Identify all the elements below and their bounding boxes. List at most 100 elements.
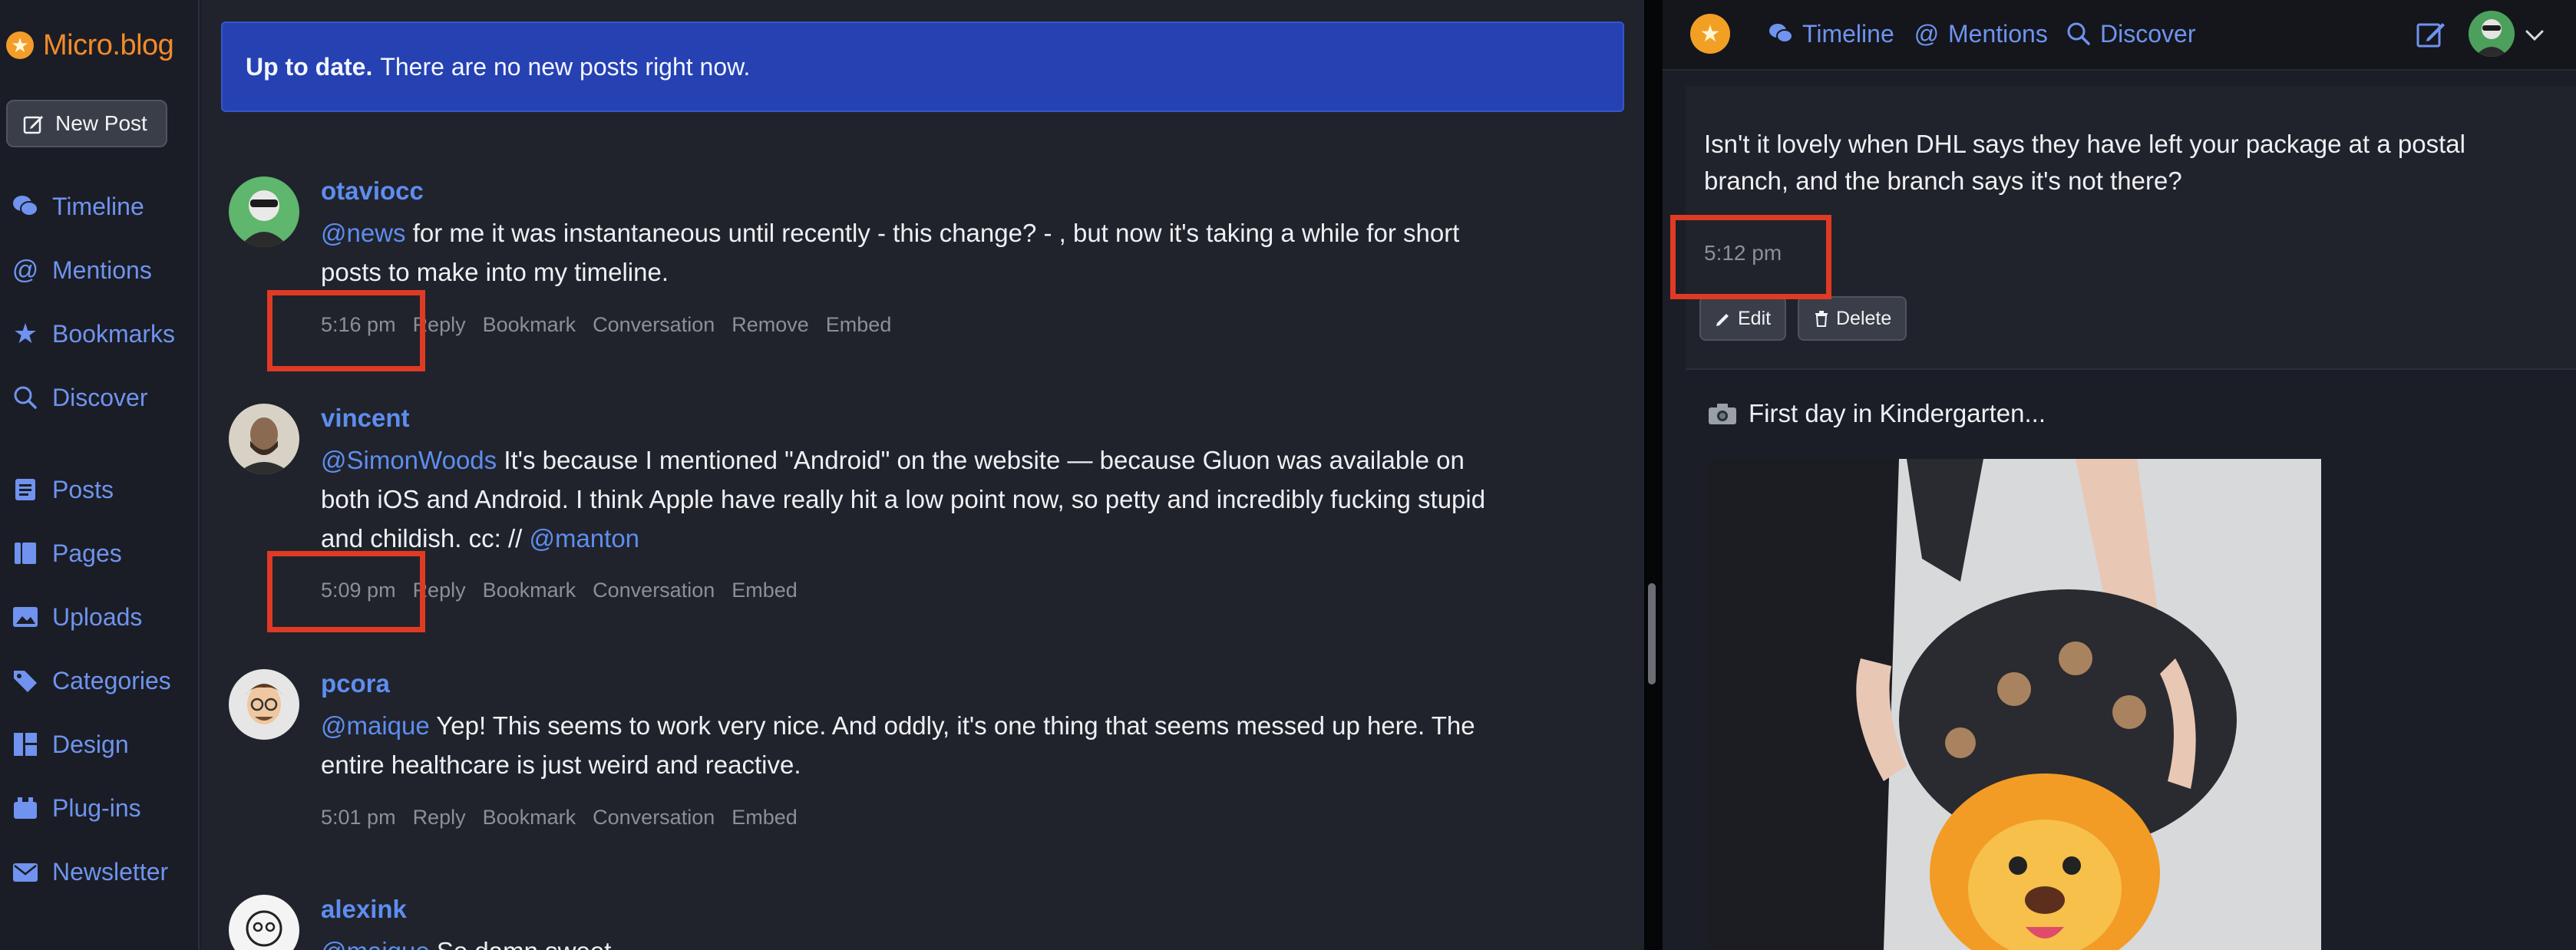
top-nav-discover[interactable]: Discover: [2065, 17, 2195, 51]
at-icon: @: [1914, 19, 1940, 48]
sidebar-item-label: Newsletter: [52, 857, 169, 886]
compose-icon[interactable]: [2415, 17, 2449, 51]
sidebar-item-posts[interactable]: Posts: [11, 470, 114, 509]
post-username[interactable]: alexink: [321, 895, 407, 924]
new-post-button[interactable]: New Post: [6, 100, 167, 147]
sidebar-item-label: Mentions: [52, 256, 152, 284]
timeline-post: alexink @maique So damn sweet: [229, 895, 1610, 950]
bookmark-link[interactable]: Bookmark: [483, 579, 576, 602]
edit-button[interactable]: Edit: [1699, 296, 1787, 341]
delete-button[interactable]: Delete: [1798, 296, 1907, 341]
sidebar-item-bookmarks[interactable]: ★ Bookmarks: [11, 315, 175, 353]
mention-link[interactable]: @SimonWoods: [321, 446, 497, 474]
sidebar-item-mentions[interactable]: @ Mentions: [11, 251, 152, 289]
sidebar-item-label: Pages: [52, 539, 122, 567]
reply-link[interactable]: Reply: [413, 313, 466, 337]
chat-bubbles-icon: [1769, 24, 1793, 43]
timeline-post: pcora @maique Yep! This seems to work ve…: [229, 669, 1610, 853]
brand-link[interactable]: ★ Micro.blog: [6, 26, 174, 64]
pages-icon: [15, 543, 36, 564]
reply-link[interactable]: Reply: [413, 806, 466, 830]
post-body: Yep! This seems to work very nice. And o…: [321, 711, 1475, 779]
sidebar-item-label: Uploads: [52, 602, 143, 631]
post-actions: 5:16 pm Reply Bookmark Conversation Remo…: [321, 313, 908, 337]
avatar[interactable]: [229, 404, 299, 474]
post-body: First day in Kindergarten...: [1749, 399, 2046, 427]
avatar[interactable]: [229, 176, 299, 247]
timeline-post: vincent @SimonWoods It's because I menti…: [229, 404, 1610, 611]
status-banner: Up to date. There are no new posts right…: [221, 21, 1624, 112]
top-nav-mentions[interactable]: @ Mentions: [1913, 17, 2048, 51]
reply-link[interactable]: Reply: [413, 579, 466, 602]
sidebar-item-uploads[interactable]: Uploads: [11, 598, 142, 636]
micro-blog-logo-icon: ★: [6, 31, 34, 59]
search-icon: [14, 386, 37, 409]
post-body: So damn sweet: [430, 937, 611, 950]
top-nav-label: Mentions: [1948, 19, 2048, 48]
sidebar-item-label: Discover: [52, 383, 148, 411]
sidebar-item-label: Plug-ins: [52, 793, 141, 822]
new-post-label: New Post: [55, 111, 147, 135]
remove-link[interactable]: Remove: [732, 313, 809, 337]
embed-link[interactable]: Embed: [826, 313, 892, 337]
tag-icon: [14, 671, 37, 692]
post-text: @maique So damn sweet: [321, 932, 1488, 950]
mention-link[interactable]: @maique: [321, 937, 430, 950]
avatar[interactable]: [229, 669, 299, 740]
sidebar-item-label: Posts: [52, 475, 114, 503]
sidebar-item-design[interactable]: Design: [11, 725, 129, 764]
pane-divider[interactable]: [1644, 0, 1663, 950]
embed-link[interactable]: Embed: [732, 579, 798, 602]
bookmark-link[interactable]: Bookmark: [483, 313, 576, 337]
post-username[interactable]: otaviocc: [321, 176, 424, 206]
post-time-link[interactable]: 5:09 pm: [321, 579, 396, 602]
mention-link[interactable]: @manton: [529, 524, 639, 553]
app-sidebar: ★ Micro.blog New Post Timeline @ Mention…: [0, 0, 200, 950]
mention-link[interactable]: @maique: [321, 711, 430, 740]
post-photo[interactable]: [1707, 459, 2321, 950]
timeline-post: otaviocc @news for me it was instantaneo…: [229, 176, 1610, 361]
trash-icon: [1815, 311, 1828, 327]
sidebar-item-pages[interactable]: Pages: [11, 534, 122, 572]
sidebar-item-label: Bookmarks: [52, 319, 176, 348]
conversation-link[interactable]: Conversation: [593, 313, 715, 337]
post-username[interactable]: pcora: [321, 669, 390, 698]
timeline-column: Up to date. There are no new posts right…: [201, 0, 1644, 950]
mention-link[interactable]: @news: [321, 219, 406, 247]
chevron-down-icon[interactable]: [2521, 21, 2548, 49]
top-nav-bar: ★ Timeline @ Mentions Discover: [1663, 0, 2576, 71]
embed-link[interactable]: Embed: [732, 806, 798, 830]
sidebar-item-label: Design: [52, 730, 129, 758]
avatar[interactable]: [2469, 11, 2515, 57]
secondary-panel: ★ Timeline @ Mentions Discover Isn't it …: [1663, 0, 2576, 950]
delete-label: Delete: [1836, 307, 1892, 329]
avatar[interactable]: [229, 895, 299, 950]
post-username[interactable]: vincent: [321, 404, 410, 433]
edit-label: Edit: [1738, 307, 1772, 329]
scrollbar-thumb[interactable]: [1648, 583, 1656, 684]
sidebar-item-discover[interactable]: Discover: [11, 378, 147, 417]
sidebar-item-label: Categories: [52, 666, 171, 694]
bookmark-link[interactable]: Bookmark: [483, 806, 576, 830]
post-time-link[interactable]: 5:01 pm: [321, 806, 396, 830]
post-text: Isn't it lovely when DHL says they have …: [1704, 130, 2465, 195]
compose-icon: [23, 116, 43, 134]
conversation-link[interactable]: Conversation: [593, 579, 715, 602]
sidebar-item-newsletter[interactable]: Newsletter: [11, 853, 168, 891]
mail-icon: [13, 863, 38, 882]
search-icon: [2067, 22, 2090, 45]
post-actions: 5:01 pm Reply Bookmark Conversation Embe…: [321, 806, 814, 830]
sidebar-item-categories[interactable]: Categories: [11, 661, 171, 700]
image-icon: [13, 607, 38, 627]
micro-blog-logo-icon[interactable]: ★: [1690, 14, 1730, 54]
sidebar-item-plug-ins[interactable]: Plug-ins: [11, 789, 141, 827]
post-time-link[interactable]: 5:16 pm: [321, 313, 396, 337]
post-time-link[interactable]: 5:12 pm: [1704, 241, 1782, 266]
sidebar-item-timeline[interactable]: Timeline: [11, 187, 144, 226]
conversation-link[interactable]: Conversation: [593, 806, 715, 830]
chat-bubbles-icon: [13, 196, 38, 216]
top-nav-timeline[interactable]: Timeline: [1767, 17, 1894, 51]
post-body: for me it was instantaneous until recent…: [321, 219, 1460, 286]
star-icon: ★: [12, 318, 38, 349]
post-text: @news for me it was instantaneous until …: [321, 213, 1488, 292]
